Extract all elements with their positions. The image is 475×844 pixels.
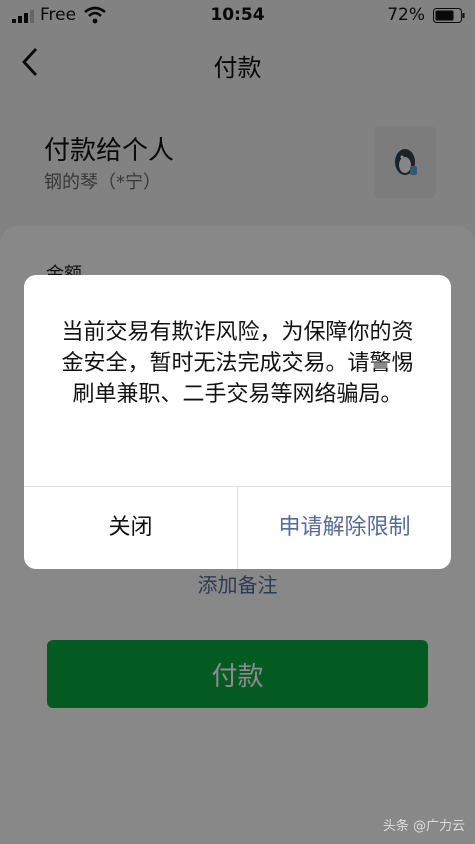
appeal-restriction-button[interactable]: 申请解除限制: [238, 487, 451, 569]
modal-overlay: 当前交易有欺诈风险，为保障你的资金安全，暂时无法完成交易。请警惕刷单兼职、二手交…: [0, 0, 475, 844]
warning-message: 当前交易有欺诈风险，为保障你的资金安全，暂时无法完成交易。请警惕刷单兼职、二手交…: [61, 320, 414, 407]
fraud-warning-dialog: 当前交易有欺诈风险，为保障你的资金安全，暂时无法完成交易。请警惕刷单兼职、二手交…: [24, 275, 451, 569]
close-button[interactable]: 关闭: [24, 487, 237, 569]
watermark: 头条 @广力云: [382, 819, 465, 834]
